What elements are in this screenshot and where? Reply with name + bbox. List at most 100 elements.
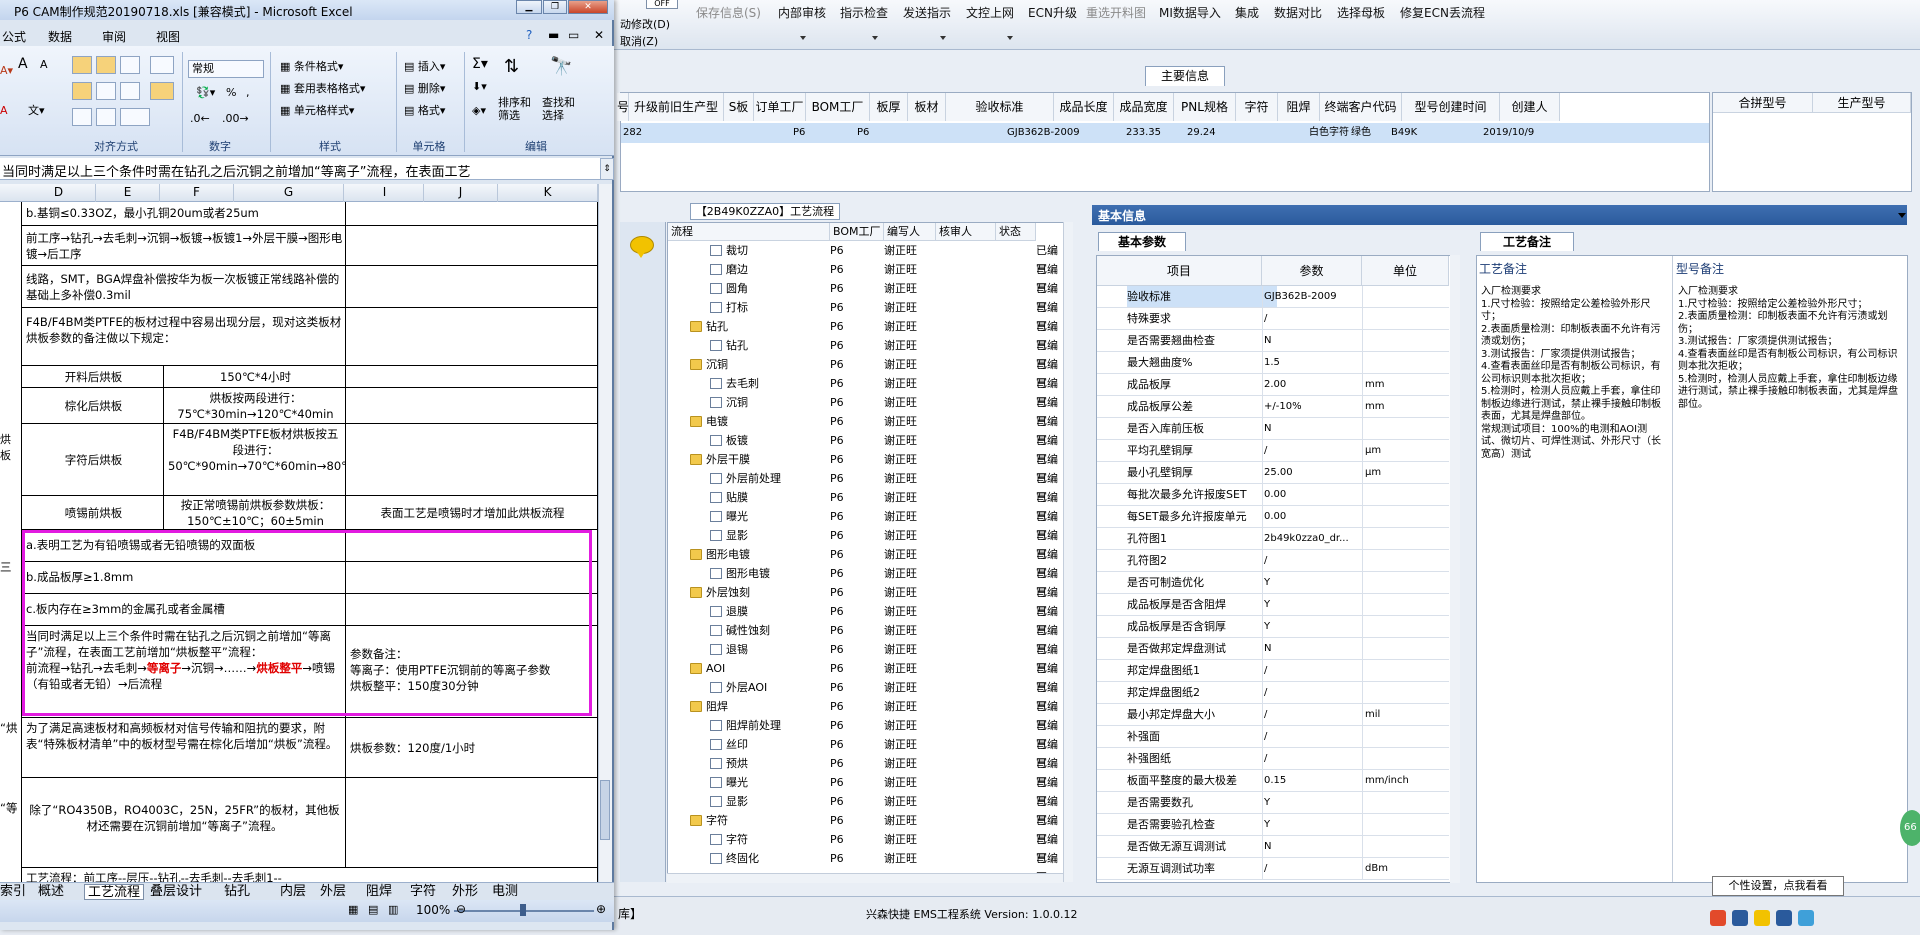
process-row[interactable]: 打标 P6 谢正旺 已编写 bbox=[668, 298, 1064, 333]
param-col-header[interactable]: 项目 bbox=[1097, 256, 1262, 286]
param-row[interactable]: 最小邦定焊盘大小 / mil bbox=[1097, 704, 1449, 726]
process-row[interactable]: 外层蚀刻 P6 谢正旺 已编写 bbox=[668, 583, 1064, 618]
page-layout-icon[interactable]: ▤ bbox=[368, 903, 378, 916]
param-value[interactable]: N bbox=[1264, 638, 1364, 659]
toolbar-item[interactable]: ECN升级 bbox=[1028, 4, 1077, 21]
column-header[interactable]: G bbox=[234, 184, 344, 202]
sheet-tab[interactable]: 外层 bbox=[320, 884, 346, 900]
cell[interactable] bbox=[346, 202, 598, 226]
param-row[interactable]: 每SET最多允许报废单元 0.00 bbox=[1097, 506, 1449, 528]
delete-button[interactable]: ▤ 删除▾ bbox=[404, 80, 445, 96]
main-col-header[interactable]: PNL规格 bbox=[1174, 93, 1236, 121]
toolbar-item[interactable]: 发送指示 bbox=[903, 4, 951, 21]
param-value[interactable]: Y bbox=[1264, 814, 1364, 835]
process-col-header[interactable]: 编写人 bbox=[884, 223, 936, 241]
cell[interactable] bbox=[346, 530, 598, 562]
ribbon-restore-icon[interactable]: ▭ bbox=[568, 28, 579, 42]
param-value[interactable]: Y bbox=[1264, 616, 1364, 637]
param-value[interactable]: 25.00 bbox=[1264, 462, 1364, 483]
sort-filter-icon[interactable]: ⇅ bbox=[504, 56, 519, 77]
main-col-header[interactable]: 升级前旧生产型号 bbox=[629, 93, 724, 142]
param-value[interactable]: / bbox=[1264, 660, 1364, 681]
chevron-down-icon[interactable] bbox=[1007, 36, 1013, 40]
param-row[interactable]: 是否做无源互调测试 N bbox=[1097, 836, 1449, 858]
process-row[interactable]: 图形电镀 P6 谢正旺 已编写 bbox=[668, 564, 1064, 599]
column-header[interactable]: K bbox=[498, 184, 598, 202]
main-col-header[interactable]: 创建人 bbox=[1500, 93, 1560, 121]
tab-main-info[interactable]: 主要信息 bbox=[1145, 66, 1225, 86]
cell[interactable]: 开料后烘板 bbox=[22, 366, 164, 388]
floating-assistant-ball[interactable]: 66 bbox=[1900, 810, 1920, 846]
process-row[interactable]: 板镀 P6 谢正旺 已编写 bbox=[668, 431, 1064, 466]
tab-basic-params[interactable]: 基本参数 bbox=[1098, 232, 1186, 251]
process-row[interactable]: 沉铜 P6 谢正旺 已编写 bbox=[668, 355, 1064, 390]
param-row[interactable]: 平均孔壁铜厚 / μm bbox=[1097, 440, 1449, 462]
chat-bubble-icon[interactable] bbox=[630, 236, 654, 258]
param-row[interactable]: 板面平整度的最大极差 0.15 mm/inch bbox=[1097, 770, 1449, 792]
formula-expand-icon[interactable]: ⇕ bbox=[600, 158, 614, 180]
process-row[interactable]: 阻焊 P6 谢正旺 已编写 bbox=[668, 697, 1064, 732]
param-row[interactable]: 最小孔壁铜厚 25.00 μm bbox=[1097, 462, 1449, 484]
process-row[interactable]: 碱性蚀刻 P6 谢正旺 已编写 bbox=[668, 621, 1064, 656]
main-col-header[interactable]: 成品宽度 bbox=[1114, 93, 1174, 121]
process-row[interactable]: 电镀 P6 谢正旺 已编写 bbox=[668, 412, 1064, 447]
param-value[interactable]: / bbox=[1264, 682, 1364, 703]
toolbar-item[interactable]: 修复ECN丢流程 bbox=[1400, 4, 1485, 21]
param-row[interactable]: 孔符图1 2b49k0zza0_dr... bbox=[1097, 528, 1449, 550]
tray-app-icon[interactable] bbox=[1754, 910, 1770, 926]
process-row[interactable]: 外层干膜 P6 谢正旺 已编写 bbox=[668, 450, 1064, 485]
param-value[interactable]: +/-10% bbox=[1264, 396, 1364, 417]
tab-review[interactable]: 审阅 bbox=[102, 28, 126, 45]
main-col-header[interactable]: 阻焊 bbox=[1278, 93, 1320, 121]
param-row[interactable]: 补强面 / bbox=[1097, 726, 1449, 748]
zoom-level[interactable]: 100% bbox=[416, 903, 450, 917]
cell[interactable] bbox=[346, 266, 598, 308]
cell-styles-button[interactable]: ▦ 单元格样式▾ bbox=[280, 102, 354, 118]
param-value[interactable]: / bbox=[1264, 308, 1364, 329]
cell[interactable]: 烘板参数：120度/1小时 bbox=[346, 718, 598, 778]
process-row[interactable]: 丝印 P6 谢正旺 已编写 bbox=[668, 735, 1064, 770]
align-top-icon[interactable] bbox=[72, 56, 92, 74]
param-row[interactable]: 是否可制造优化 Y bbox=[1097, 572, 1449, 594]
param-row[interactable]: 成品板厚公差 +/-10% mm bbox=[1097, 396, 1449, 418]
menu-cancel[interactable]: 取消(Z) bbox=[620, 33, 670, 50]
param-value[interactable]: N bbox=[1264, 418, 1364, 439]
sheet-tab[interactable]: 叠层设计 bbox=[150, 884, 202, 900]
param-value[interactable]: / bbox=[1264, 726, 1364, 747]
number-format-select[interactable]: 常规 bbox=[188, 60, 264, 78]
sheet-tab[interactable]: 外形 bbox=[452, 884, 478, 900]
align-center-icon[interactable] bbox=[96, 82, 116, 100]
main-col-header[interactable]: 成品长度 bbox=[1054, 93, 1114, 121]
fill-icon[interactable]: ⬇▾ bbox=[472, 80, 487, 93]
cell[interactable]: 150℃*4小时 bbox=[164, 366, 346, 388]
column-header[interactable]: E bbox=[96, 184, 160, 202]
insert-button[interactable]: ▤ 插入▾ bbox=[404, 58, 445, 74]
param-row[interactable]: 成品板厚是否含铜厚 Y bbox=[1097, 616, 1449, 638]
cell[interactable]: 棕化后烘板 bbox=[22, 388, 164, 424]
param-value[interactable]: 0.00 bbox=[1264, 506, 1364, 527]
cell[interactable]: 参数备注： 等离子：使用PTFE沉铜前的等离子参数 烘板整平：150度30分钟 bbox=[346, 626, 598, 718]
sheet-tab[interactable]: 电测 bbox=[492, 884, 518, 900]
process-row[interactable]: 字符 P6 谢正旺 已编写 bbox=[668, 811, 1064, 846]
sheet-tab[interactable]: 阻焊 bbox=[366, 884, 392, 900]
cell[interactable]: 表面工艺是喷锡时才增加此烘板流程 bbox=[346, 496, 598, 530]
process-row[interactable]: 裁切 P6 谢正旺 已编写 bbox=[668, 241, 1064, 276]
increase-decimal-icon[interactable]: .0← bbox=[190, 112, 210, 125]
main-col-header[interactable]: 板厚 bbox=[870, 93, 908, 121]
cell[interactable] bbox=[346, 424, 598, 496]
tab-view[interactable]: 视图 bbox=[156, 28, 180, 45]
param-value[interactable]: 0.00 bbox=[1264, 484, 1364, 505]
formula-bar[interactable]: 当同时满足以上三个条件时需在钻孔之后沉铜之前增加“等离子”流程，在表面工艺 bbox=[0, 158, 600, 180]
worksheet-grid[interactable]: 烘板 三个 “烘 “等 b.基铜≤0.33OZ，最小孔铜20um或者25um 前… bbox=[0, 202, 598, 882]
tray-settings-icon[interactable] bbox=[1776, 910, 1792, 926]
text-orientation-icon[interactable] bbox=[150, 56, 174, 74]
cell[interactable] bbox=[346, 562, 598, 594]
param-row[interactable]: 最大翘曲度% 1.5 bbox=[1097, 352, 1449, 374]
format-button[interactable]: ▤ 格式▾ bbox=[404, 102, 445, 118]
find-select-button[interactable]: 查找和选择 bbox=[542, 96, 578, 122]
currency-icon[interactable]: 💱▾ bbox=[196, 86, 215, 99]
percent-icon[interactable]: % bbox=[226, 86, 236, 99]
cell[interactable]: 为了满足高速板材和高频板材对信号传输和阻抗的要求，附表“特殊板材清单”中的板材型… bbox=[22, 718, 346, 778]
increase-indent-icon[interactable] bbox=[96, 108, 116, 126]
zoom-out-icon[interactable]: ⊖ bbox=[456, 902, 466, 916]
